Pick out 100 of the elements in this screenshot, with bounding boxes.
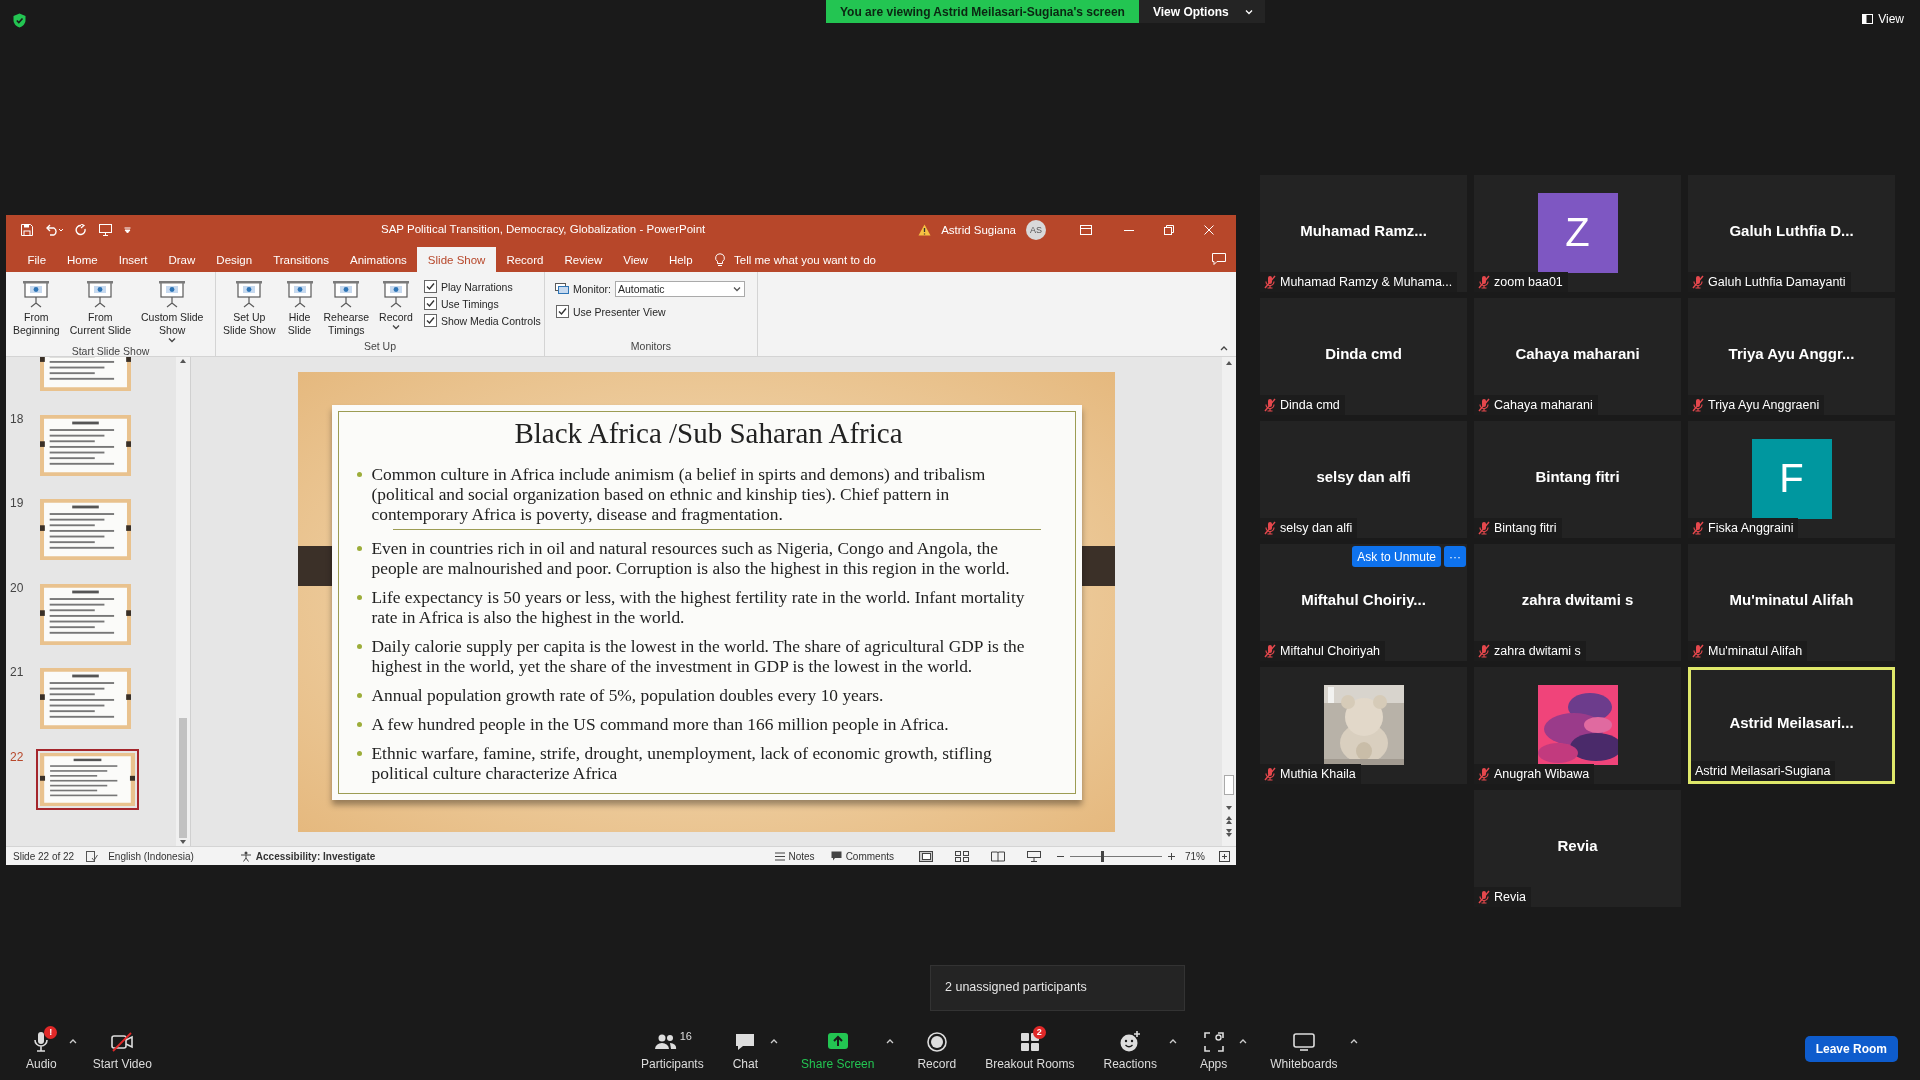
more-button[interactable]: ··· bbox=[1444, 546, 1466, 567]
ribbon-tab[interactable]: Record bbox=[495, 247, 554, 272]
checkbox-option[interactable]: Show Media Controls bbox=[423, 314, 541, 327]
zoom-in-icon[interactable] bbox=[1168, 852, 1175, 860]
customize-icon[interactable] bbox=[124, 226, 131, 234]
checkbox[interactable] bbox=[423, 297, 437, 310]
ribbon-tab[interactable]: Insert bbox=[108, 247, 158, 272]
tooltip: 2 unassigned participants bbox=[930, 965, 1185, 1011]
caret-icon[interactable] bbox=[168, 337, 177, 343]
scrollbar-thumb[interactable] bbox=[1224, 775, 1234, 795]
checkmark-icon bbox=[424, 281, 436, 292]
checkbox[interactable] bbox=[556, 305, 569, 318]
search-field[interactable]: Tell me what you want to do bbox=[734, 253, 876, 266]
scrollbar[interactable] bbox=[1222, 357, 1236, 846]
checkbox-option[interactable]: Use Presenter View bbox=[556, 305, 666, 318]
slide-number: 20 bbox=[9, 579, 25, 595]
ribbon-display-icon bbox=[1080, 225, 1092, 235]
next-slide-icon[interactable] bbox=[1225, 828, 1233, 838]
name-label: Bintang fitri bbox=[1474, 518, 1562, 538]
group-label: Monitors bbox=[629, 340, 673, 354]
display-name: Dinda cmd bbox=[1325, 345, 1402, 362]
ribbon-tab[interactable]: Review bbox=[554, 247, 613, 272]
ribbon-button[interactable]: Set Up Slide Show bbox=[220, 278, 279, 339]
toolbar-button[interactable]: Chat bbox=[726, 1029, 765, 1071]
ribbon-button[interactable]: From Current Slide bbox=[66, 278, 134, 339]
grid-view-icon bbox=[1862, 14, 1874, 24]
ribbon-tab[interactable]: Animations bbox=[339, 247, 418, 272]
monitor-dropdown[interactable]: Automatic bbox=[614, 281, 745, 297]
shield-icon bbox=[13, 13, 26, 28]
checkbox[interactable] bbox=[423, 314, 437, 327]
toolbar-button[interactable]: Share Screen bbox=[795, 1029, 881, 1071]
ribbon-tab[interactable]: Draw bbox=[158, 247, 206, 272]
checkbox[interactable] bbox=[423, 280, 437, 293]
zoom-slider-thumb[interactable] bbox=[1101, 850, 1105, 862]
display-name: Triya Ayu Anggr... bbox=[1728, 345, 1855, 362]
smiley-icon bbox=[1118, 1029, 1143, 1054]
presentation-screen-icon bbox=[235, 280, 264, 308]
bullet-text: Common culture in Africa include animism (a belief in spirts and demons) and tribalism (political and social organization based on ethnic and kinship ties). Chief pattern in contemporary Africa is poverty, disease and fragmentation. bbox=[371, 464, 987, 524]
display-name: Muhamad Ramz... bbox=[1300, 222, 1427, 239]
slide-show-icon[interactable] bbox=[1027, 850, 1041, 862]
caret-icon[interactable] bbox=[392, 324, 400, 330]
toolbar-button[interactable]: Start Video bbox=[86, 1029, 158, 1071]
ask-to-unmute-button[interactable]: Ask to Unmute bbox=[1352, 546, 1441, 567]
fit-to-window-icon[interactable] bbox=[1219, 850, 1230, 862]
normal-view-icon[interactable] bbox=[919, 850, 933, 862]
ribbon-button[interactable]: Hide Slide bbox=[282, 278, 317, 339]
redo-icon[interactable] bbox=[75, 224, 87, 236]
notification-badge: ! bbox=[44, 1025, 58, 1039]
accessibility-button[interactable]: Accessibility: Investigate bbox=[239, 850, 376, 862]
slide-counter: Slide 22 of 22 bbox=[13, 850, 75, 862]
slide-thumbnail[interactable] bbox=[36, 748, 139, 810]
slide-title: Black Africa /Sub Saharan Africa bbox=[513, 417, 904, 450]
ribbon-tab[interactable]: Home bbox=[56, 247, 109, 272]
bullet-text: Life expectancy is 50 years or less, with the highest fertility rate in the world. Infant mortality rate in Africa is also the highest in the world. bbox=[371, 587, 1026, 627]
ribbon-button[interactable]: Custom Slide Show bbox=[138, 278, 207, 345]
comment-icon[interactable] bbox=[1212, 252, 1226, 265]
scrollbar[interactable] bbox=[176, 357, 190, 846]
reading-view-icon[interactable] bbox=[991, 850, 1005, 862]
ribbon-tab[interactable]: Design bbox=[205, 247, 263, 272]
ribbon-tab[interactable]: Transitions bbox=[262, 247, 340, 272]
toolbar-button[interactable]: 16 Participants bbox=[635, 1029, 710, 1071]
language-label[interactable]: English (Indonesia) bbox=[108, 850, 194, 862]
name-label: Muthia Khaila bbox=[1260, 764, 1361, 784]
view-button[interactable]: View bbox=[1862, 12, 1904, 26]
spelling-icon[interactable] bbox=[86, 850, 99, 862]
toolbar-button[interactable]: Record bbox=[911, 1029, 963, 1071]
toolbar-button[interactable]: Reactions bbox=[1097, 1029, 1163, 1071]
comments-button[interactable]: Comments bbox=[830, 850, 894, 862]
toolbar-button[interactable]: Whiteboards bbox=[1264, 1029, 1344, 1071]
group-label: Start Slide Show bbox=[70, 345, 151, 357]
display-name: selsy dan alfi bbox=[1316, 468, 1411, 485]
toolbar-button[interactable]: Apps bbox=[1193, 1029, 1234, 1071]
presentation-screen-icon[interactable] bbox=[99, 224, 112, 236]
ribbon-button[interactable]: Rehearse Timings bbox=[320, 278, 373, 339]
bullet-icon bbox=[356, 751, 362, 756]
previous-slide-icon[interactable] bbox=[1225, 815, 1233, 825]
warning-icon bbox=[918, 224, 932, 236]
notes-button[interactable]: Notes bbox=[774, 850, 815, 862]
name-label: Miftahul Choiriyah bbox=[1260, 641, 1386, 661]
scrollbar-thumb[interactable] bbox=[179, 718, 187, 838]
monitor-icon bbox=[555, 283, 569, 295]
ribbon-tab[interactable]: File bbox=[17, 247, 57, 272]
bullet-icon bbox=[356, 722, 362, 727]
slide-number: 21 bbox=[9, 664, 25, 679]
zoom-level[interactable]: 71% bbox=[1185, 850, 1205, 862]
ribbon-button[interactable]: Record bbox=[376, 278, 416, 332]
slide-sorter-icon[interactable] bbox=[955, 850, 969, 862]
ribbon-tab[interactable]: Help bbox=[658, 247, 704, 272]
ribbon-button[interactable]: From Beginning bbox=[10, 278, 63, 339]
user-avatar[interactable]: AS bbox=[1026, 220, 1046, 240]
collapse-ribbon-icon[interactable] bbox=[1220, 345, 1228, 351]
leave-room-button[interactable]: Leave Room bbox=[1804, 1036, 1898, 1062]
ribbon-tab[interactable]: View bbox=[612, 247, 659, 272]
checkbox-option[interactable]: Use Timings bbox=[423, 297, 541, 310]
checkbox-option[interactable]: Play Narrations bbox=[423, 280, 541, 293]
view-options-button[interactable]: View Options bbox=[1138, 0, 1265, 23]
ribbon-tab[interactable]: Slide Show bbox=[417, 247, 496, 272]
undo-icon[interactable] bbox=[45, 224, 63, 236]
save-icon[interactable] bbox=[21, 224, 33, 236]
display-name: Miftahul Choiriy... bbox=[1301, 591, 1426, 608]
